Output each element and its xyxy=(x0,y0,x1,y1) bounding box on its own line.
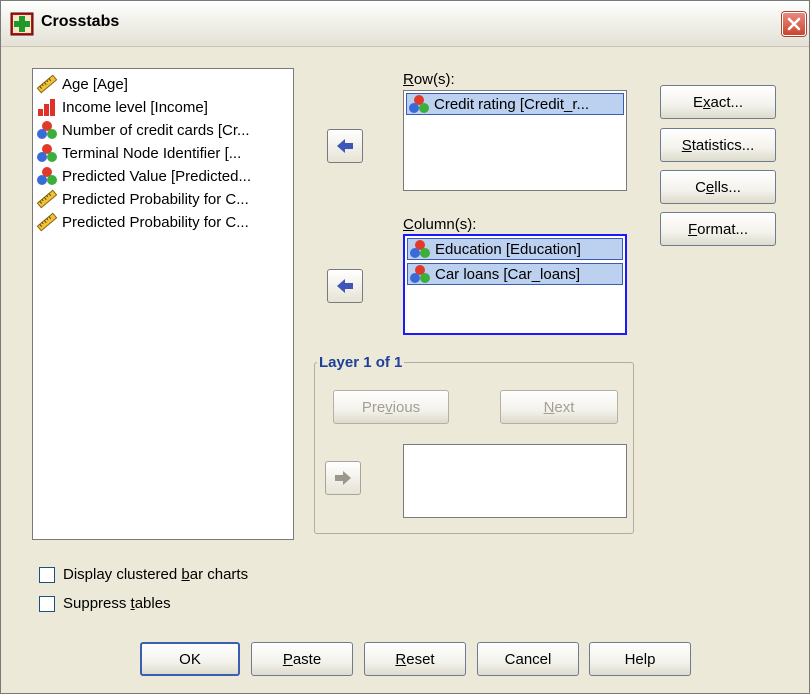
columns-list[interactable]: Education [Education] Car loans [Car_loa… xyxy=(403,234,627,335)
nominal-circles-icon xyxy=(410,240,430,258)
variable-label: Credit rating [Credit_r... xyxy=(434,95,590,113)
checkbox-label: Display clustered bar charts xyxy=(63,566,249,583)
next-button[interactable]: Next xyxy=(500,390,618,424)
arrow-left-icon xyxy=(337,139,353,153)
list-item[interactable]: Credit rating [Credit_r... xyxy=(406,93,624,115)
scale-ruler-icon xyxy=(36,189,58,209)
list-item[interactable]: Income level [Income] xyxy=(36,96,208,118)
list-item[interactable]: Predicted Probability for C... xyxy=(36,188,249,210)
ok-button[interactable]: OK xyxy=(140,642,240,676)
variable-label: Car loans [Car_loans] xyxy=(435,265,581,283)
rows-list[interactable]: Credit rating [Credit_r... xyxy=(403,90,627,191)
cancel-button[interactable]: Cancel xyxy=(477,642,579,676)
help-button[interactable]: Help xyxy=(589,642,691,676)
nominal-circles-icon xyxy=(409,95,429,113)
arrow-left-icon xyxy=(337,279,353,293)
nominal-circles-icon xyxy=(37,144,57,162)
variable-label: Terminal Node Identifier [... xyxy=(62,144,242,162)
list-item[interactable]: Number of credit cards [Cr... xyxy=(36,119,250,141)
move-to-columns-button[interactable] xyxy=(327,269,363,303)
list-item[interactable]: Terminal Node Identifier [... xyxy=(36,142,241,164)
variable-label: Predicted Probability for C... xyxy=(62,190,249,208)
clustered-bar-charts-checkbox[interactable]: Display clustered bar charts xyxy=(39,566,248,583)
variable-label: Income level [Income] xyxy=(62,98,208,116)
list-item[interactable]: Age [Age] xyxy=(36,73,128,95)
exact-button[interactable]: Ex act... xyxy=(660,85,776,119)
checkbox-label: Suppress tables xyxy=(63,595,171,612)
window-title: Crosstabs xyxy=(41,13,120,30)
checkbox-box[interactable] xyxy=(39,595,55,612)
checkbox-box[interactable] xyxy=(39,566,55,583)
title-bar: Crosstabs xyxy=(1,1,809,47)
crosstabs-app-icon xyxy=(10,12,34,36)
variable-label: Predicted Probability for C... xyxy=(62,213,249,231)
layer-group-title: Layer 1 of 1 xyxy=(317,354,405,371)
rows-label: Row(s): xyxy=(403,71,455,88)
scale-ruler-icon xyxy=(36,212,58,232)
variable-label: Predicted Value [Predicted... xyxy=(62,167,251,185)
move-to-layer-button[interactable] xyxy=(325,461,361,495)
previous-button[interactable]: Pre v ious xyxy=(333,390,449,424)
nominal-circles-icon xyxy=(37,167,57,185)
source-variable-list[interactable]: Age [Age] Income level [Income] Number o… xyxy=(32,68,294,540)
suppress-tables-checkbox[interactable]: Suppress tables xyxy=(39,595,171,612)
list-item[interactable]: Predicted Probability for C... xyxy=(36,211,249,233)
format-button[interactable]: Format... xyxy=(660,212,776,246)
move-to-rows-button[interactable] xyxy=(327,129,363,163)
paste-button[interactable]: Paste xyxy=(251,642,353,676)
arrow-right-icon xyxy=(335,471,351,485)
reset-button[interactable]: Reset xyxy=(364,642,466,676)
variable-label: Education [Education] xyxy=(435,240,581,258)
statistics-button[interactable]: Statistics... xyxy=(660,128,776,162)
crosstabs-dialog: Crosstabs Age [Age] Income level [Income… xyxy=(0,0,810,694)
variable-label: Number of credit cards [Cr... xyxy=(62,121,250,139)
scale-ruler-icon xyxy=(36,74,58,94)
list-item[interactable]: Education [Education] xyxy=(407,238,623,260)
cells-button[interactable]: Ce lls... xyxy=(660,170,776,204)
list-item[interactable]: Predicted Value [Predicted... xyxy=(36,165,251,187)
close-x-icon xyxy=(787,17,801,31)
list-item[interactable]: Car loans [Car_loans] xyxy=(407,263,623,285)
variable-label: Age [Age] xyxy=(62,75,128,93)
nominal-circles-icon xyxy=(37,121,57,139)
columns-label: Column(s): xyxy=(403,216,477,233)
close-button[interactable] xyxy=(782,12,806,36)
ordinal-bars-icon xyxy=(38,99,55,116)
layer-list[interactable] xyxy=(403,444,627,518)
nominal-circles-icon xyxy=(410,265,430,283)
